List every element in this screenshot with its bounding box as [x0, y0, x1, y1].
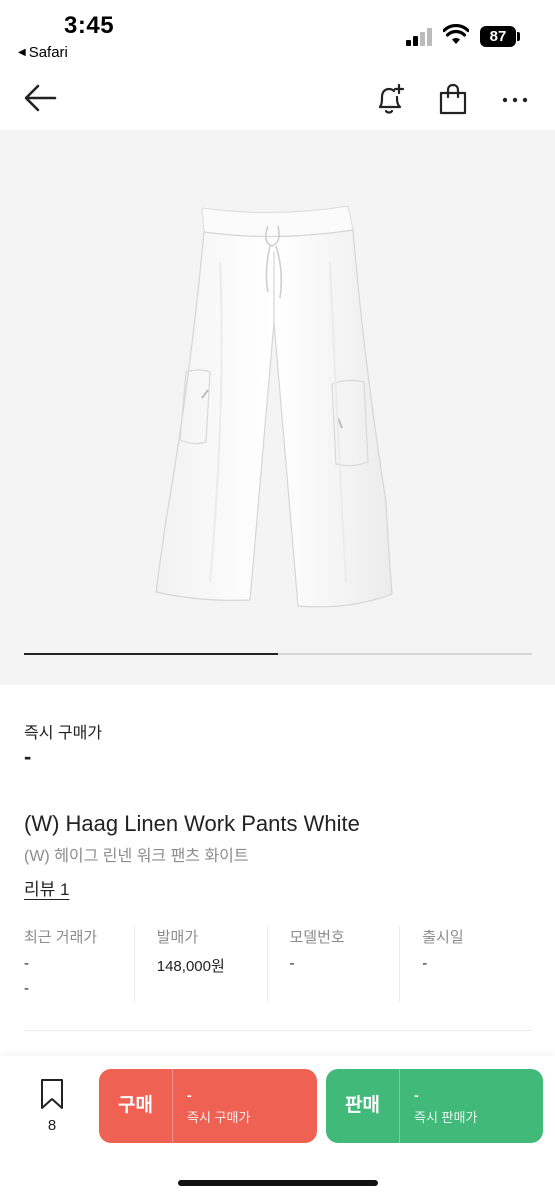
- more-icon[interactable]: [500, 82, 532, 116]
- wishlist-count: 8: [47, 1117, 57, 1134]
- buy-button-info: - 즉시 구매가: [173, 1087, 250, 1126]
- stat-label: 최근 거래가: [24, 929, 98, 946]
- bottom-action-bar: 8 구매 - 즉시 구매가 판매 - 즉시 판매가: [0, 1056, 555, 1200]
- buy-price: -: [187, 1086, 192, 1103]
- back-app-label: Safari: [28, 44, 68, 61]
- status-bar: 3:45 ◀ Safari 87: [0, 0, 555, 70]
- sell-button-info: - 즉시 판매가: [400, 1087, 477, 1126]
- cellular-signal-icon: [406, 28, 434, 46]
- product-name-korean: (W) 헤이그 린넨 워크 팬츠 화이트: [24, 848, 249, 865]
- back-arrow-icon[interactable]: [22, 82, 58, 114]
- wishlist-button[interactable]: 8: [34, 1078, 70, 1134]
- sell-caption: 즉시 판매가: [414, 1109, 478, 1125]
- instant-price-value: -: [24, 744, 32, 769]
- buy-button[interactable]: 구매 - 즉시 구매가: [99, 1069, 317, 1143]
- wifi-icon: [443, 24, 469, 44]
- bell-plus-icon[interactable]: [374, 82, 406, 116]
- shopping-bag-icon[interactable]: [437, 82, 469, 116]
- buy-caption: 즉시 구매가: [187, 1109, 251, 1125]
- status-time: 3:45: [64, 12, 115, 39]
- battery-tip: [517, 32, 520, 41]
- stat-value: -: [289, 955, 295, 972]
- stat-value: -: [422, 955, 428, 972]
- product-name-english: (W) Haag Linen Work Pants White: [24, 811, 360, 836]
- battery-indicator: 87: [480, 26, 516, 47]
- stat-label: 발매가: [156, 929, 199, 946]
- product-image-gallery[interactable]: [0, 130, 555, 685]
- instant-price-label: 즉시 구매가: [24, 725, 103, 742]
- stat-value: 148,000원: [156, 958, 225, 975]
- stat-release-date: 출시일 -: [399, 926, 532, 1002]
- section-divider: [24, 1030, 532, 1031]
- stat-model-number: 모델번호 -: [266, 926, 400, 1002]
- gallery-progress-fill: [24, 653, 278, 655]
- home-indicator: [178, 1180, 378, 1186]
- product-image: [155, 205, 393, 608]
- gallery-progress-track: [24, 653, 532, 655]
- stat-value: -: [24, 955, 29, 972]
- bookmark-icon: [41, 1079, 63, 1109]
- buy-button-label: 구매: [99, 1069, 173, 1143]
- stat-label: 모델번호: [289, 929, 345, 946]
- top-nav: [0, 70, 555, 130]
- stat-recent-price: 최근 거래가 - -: [24, 926, 134, 1002]
- stat-release-price: 발매가 148,000원: [133, 926, 267, 1002]
- back-to-safari-link[interactable]: ◀ Safari: [18, 44, 68, 61]
- product-stats: 최근 거래가 - - 발매가 148,000원 모델번호 - 출시일 -: [24, 926, 532, 1002]
- sell-price: -: [414, 1086, 419, 1103]
- review-link[interactable]: 리뷰 1: [24, 875, 69, 900]
- sell-button-label: 판매: [326, 1069, 400, 1143]
- sell-button[interactable]: 판매 - 즉시 판매가: [326, 1069, 543, 1143]
- back-triangle-icon: ◀: [18, 47, 26, 58]
- stat-label: 출시일: [422, 929, 464, 946]
- stat-value-change: -: [24, 980, 29, 997]
